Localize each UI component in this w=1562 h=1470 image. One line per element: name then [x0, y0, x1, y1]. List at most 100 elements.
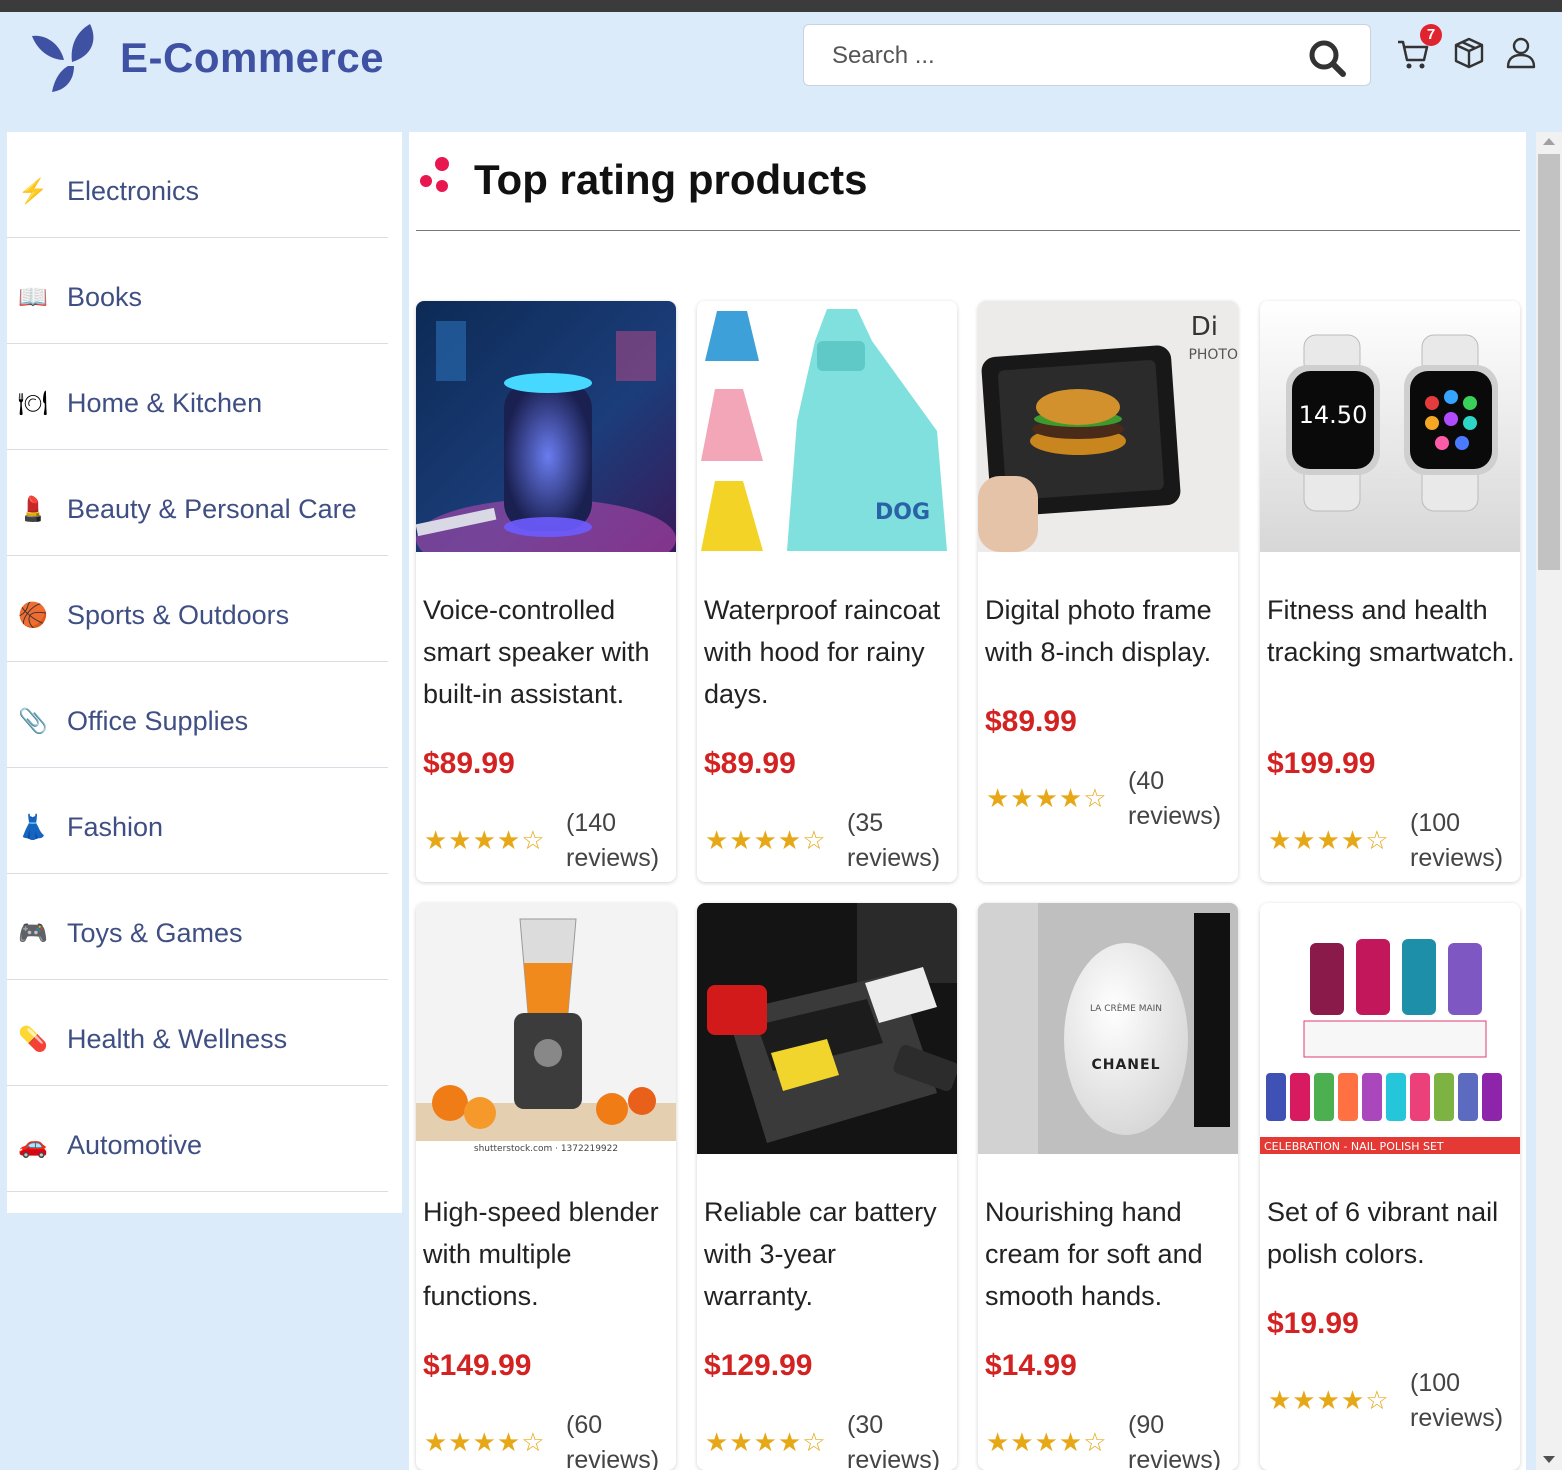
- category-sidebar: ⚡ Electronics 📖 Books 🍽 Home & Kitchen 💄…: [7, 132, 402, 1213]
- basketball-icon: 🏀: [18, 602, 48, 629]
- car-icon: 🚗: [18, 1132, 48, 1159]
- book-icon: 📖: [18, 284, 48, 311]
- sidebar-item-label: Office Supplies: [67, 706, 249, 736]
- search-box[interactable]: [803, 24, 1371, 86]
- rating-stars: ★★★★☆: [705, 1427, 827, 1457]
- sidebar-item-automotive[interactable]: 🚗 Automotive: [7, 1086, 388, 1192]
- product-price: $89.99: [423, 747, 515, 780]
- sidebar-item-sports[interactable]: 🏀 Sports & Outdoors: [7, 556, 388, 662]
- rating-stars: ★★★★☆: [1268, 825, 1390, 855]
- rating-stars: ★★★★☆: [705, 825, 827, 855]
- product-description[interactable]: Reliable car battery with 3-year warrant…: [704, 1191, 952, 1317]
- product-description[interactable]: Voice-controlled smart speaker with buil…: [423, 589, 671, 715]
- product-price: $89.99: [704, 747, 796, 780]
- sidebar-item-label: Sports & Outdoors: [67, 600, 290, 630]
- scroll-up-arrow[interactable]: [1543, 138, 1555, 145]
- dress-icon: 👗: [18, 814, 48, 841]
- sidebar-item-office[interactable]: 📎 Office Supplies: [7, 662, 388, 768]
- product-image-raincoat[interactable]: DOG: [697, 301, 957, 552]
- sidebar-item-label: Toys & Games: [67, 918, 243, 948]
- product-card-hand-cream[interactable]: LA CRÈME MAIN CHANEL Nourishing hand cre…: [978, 903, 1238, 1470]
- sidebar-item-electronics[interactable]: ⚡ Electronics: [7, 132, 388, 238]
- product-price: $89.99: [985, 705, 1077, 738]
- rating-stars: ★★★★☆: [986, 783, 1108, 813]
- cream-brand-text: CHANEL: [1091, 1057, 1160, 1073]
- sidebar-item-fashion[interactable]: 👗 Fashion: [7, 768, 388, 874]
- rating-stars: ★★★★☆: [986, 1427, 1108, 1457]
- logo-icon[interactable]: [28, 22, 100, 94]
- plate-icon: 🍽: [17, 390, 49, 417]
- product-card-nail-polish[interactable]: CELEBRATION - NAIL POLISH SET Set of 6 v…: [1260, 903, 1520, 1470]
- product-description[interactable]: Nourishing hand cream for soft and smoot…: [985, 1191, 1233, 1317]
- product-image-car-battery[interactable]: [697, 903, 957, 1154]
- sidebar-item-label: Books: [67, 282, 143, 312]
- paperclip-icon: 📎: [18, 708, 48, 735]
- lightning-icon: ⚡: [18, 178, 48, 205]
- product-price: $149.99: [423, 1349, 532, 1382]
- sidebar-item-label: Home & Kitchen: [67, 388, 263, 418]
- gamepad-icon: 🎮: [18, 920, 48, 947]
- sidebar-item-label: Beauty & Personal Care: [67, 494, 357, 524]
- search-icon[interactable]: [1308, 39, 1346, 77]
- product-card-blender[interactable]: shutterstock.com · 1372219922 High-speed…: [416, 903, 676, 1470]
- rating-stars: ★★★★☆: [424, 825, 546, 855]
- scroll-down-arrow[interactable]: [1543, 1456, 1555, 1463]
- product-card-car-battery[interactable]: Reliable car battery with 3-year warrant…: [697, 903, 957, 1470]
- product-description[interactable]: Digital photo frame with 8-inch display.: [985, 589, 1233, 673]
- window-top-strip: [0, 0, 1562, 12]
- watch-time-text: 14.50: [1299, 401, 1368, 429]
- section-title: Top rating products: [474, 156, 868, 203]
- sidebar-item-label: Electronics: [67, 176, 200, 206]
- product-image-smartwatch[interactable]: 14.50: [1260, 301, 1520, 552]
- nail-banner-text: CELEBRATION - NAIL POLISH SET: [1264, 1140, 1444, 1153]
- review-count: (30 reviews): [847, 1411, 941, 1470]
- image-credit-text: shutterstock.com · 1372219922: [474, 1144, 618, 1154]
- title-divider: [416, 230, 1520, 231]
- sidebar-item-toys[interactable]: 🎮 Toys & Games: [7, 874, 388, 980]
- review-count: (60 reviews): [566, 1411, 660, 1470]
- product-description[interactable]: Set of 6 vibrant nail polish colors.: [1267, 1191, 1515, 1275]
- product-description[interactable]: High-speed blender with multiple functio…: [423, 1191, 671, 1317]
- user-icon[interactable]: [1504, 36, 1538, 70]
- product-price: $199.99: [1267, 747, 1376, 780]
- frame-sign-text-2: PHOTO: [1188, 347, 1238, 363]
- product-card-raincoat[interactable]: DOG Waterproof raincoat with hood for ra…: [697, 301, 957, 882]
- pill-icon: 💊: [18, 1026, 48, 1053]
- product-image-photo-frame[interactable]: Di PHOTO: [978, 301, 1238, 552]
- product-image-hand-cream[interactable]: LA CRÈME MAIN CHANEL: [978, 903, 1238, 1154]
- review-count: (100 reviews): [1410, 1369, 1504, 1432]
- frame-sign-text: Di: [1191, 312, 1218, 342]
- raincoat-print-text: DOG: [875, 500, 930, 525]
- product-card-smart-speaker[interactable]: Voice-controlled smart speaker with buil…: [416, 301, 676, 882]
- review-count: (35 reviews): [847, 809, 941, 872]
- box-icon[interactable]: [1452, 36, 1486, 70]
- product-description[interactable]: Fitness and health tracking smartwatch.: [1267, 589, 1515, 673]
- sidebar-item-home-kitchen[interactable]: 🍽 Home & Kitchen: [7, 344, 388, 450]
- sidebar-item-books[interactable]: 📖 Books: [7, 238, 388, 344]
- sidebar-item-label: Health & Wellness: [67, 1024, 288, 1054]
- product-image-nail-polish[interactable]: CELEBRATION - NAIL POLISH SET: [1260, 903, 1520, 1154]
- product-image-smart-speaker[interactable]: [416, 301, 676, 552]
- rating-stars: ★★★★☆: [424, 1427, 546, 1457]
- review-count: (140 reviews): [566, 809, 660, 872]
- dots-icon: [420, 157, 449, 192]
- review-count: (100 reviews): [1410, 809, 1504, 872]
- product-price: $19.99: [1267, 1307, 1359, 1340]
- search-input[interactable]: [830, 37, 1294, 75]
- product-image-blender[interactable]: shutterstock.com · 1372219922: [416, 903, 676, 1154]
- sidebar-item-beauty[interactable]: 💄 Beauty & Personal Care: [7, 450, 388, 556]
- sidebar-item-health[interactable]: 💊 Health & Wellness: [7, 980, 388, 1086]
- sidebar-item-label: Automotive: [67, 1130, 203, 1160]
- scrollbar-thumb[interactable]: [1538, 154, 1560, 570]
- sidebar-item-label: Fashion: [67, 812, 164, 842]
- product-card-smartwatch[interactable]: 14.50 Fitness and health tracking smartw…: [1260, 301, 1520, 882]
- review-count: (90 reviews): [1128, 1411, 1222, 1470]
- product-description[interactable]: Waterproof raincoat with hood for rainy …: [704, 589, 952, 715]
- brand-name[interactable]: E-Commerce: [120, 34, 384, 82]
- product-price: $14.99: [985, 1349, 1077, 1382]
- lipstick-icon: 💄: [18, 496, 48, 523]
- product-card-photo-frame[interactable]: Di PHOTO Digital photo frame with 8-inch…: [978, 301, 1238, 882]
- cream-sub-text: LA CRÈME MAIN: [1090, 1002, 1162, 1014]
- review-count: (40 reviews): [1128, 767, 1222, 830]
- rating-stars: ★★★★☆: [1268, 1385, 1390, 1415]
